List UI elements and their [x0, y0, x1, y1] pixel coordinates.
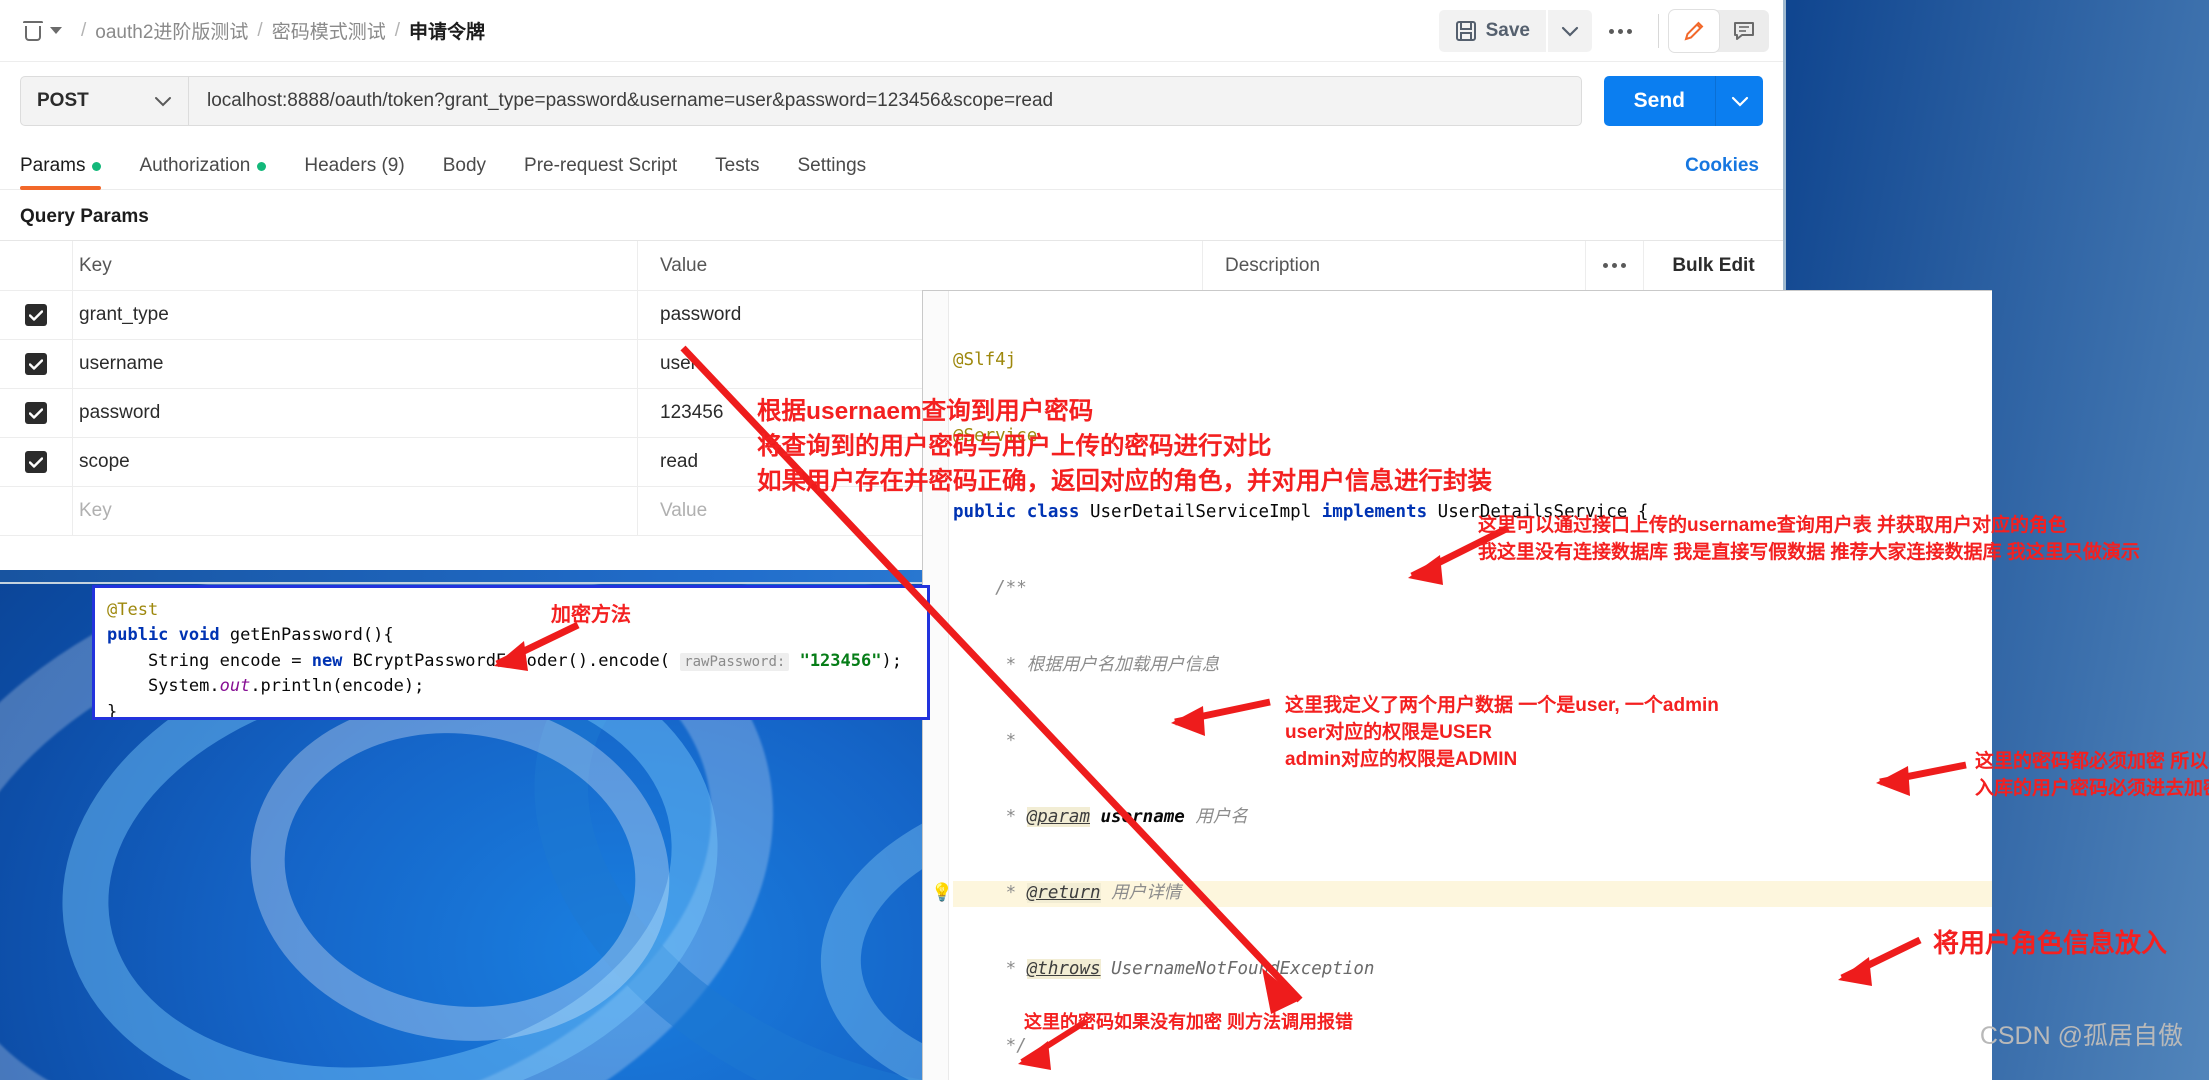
annotation-role-info-note: 将用户角色信息放入 [1933, 928, 2168, 958]
annotation-table-note: 根据usernaem查询到用户密码 将查询到的用户密码与用户上传的密码进行对比 … [757, 398, 1492, 495]
watermark: CSDN @孤居自傲 [1979, 1022, 2183, 1050]
annotation-map-note: 这里我定义了两个用户数据 一个是user, 一个admin user对应的权限是… [1285, 695, 1719, 770]
annotation-username-query-note: 这里可以通过接口上传的username查询用户表 并获取用户对应的角色 我这里没… [1478, 515, 2140, 563]
annotation-encrypt-method-note: 加密方法 [551, 604, 631, 626]
annotation-no-encrypt-note: 这里的密码如果没有加密 则方法调用报错 [1024, 1012, 1353, 1032]
annotation-encrypt-note: 这里的密码都必须加密 所以我们登录成功新增用户时 入库的用户密码必须进去加密处理 [1975, 751, 2209, 799]
